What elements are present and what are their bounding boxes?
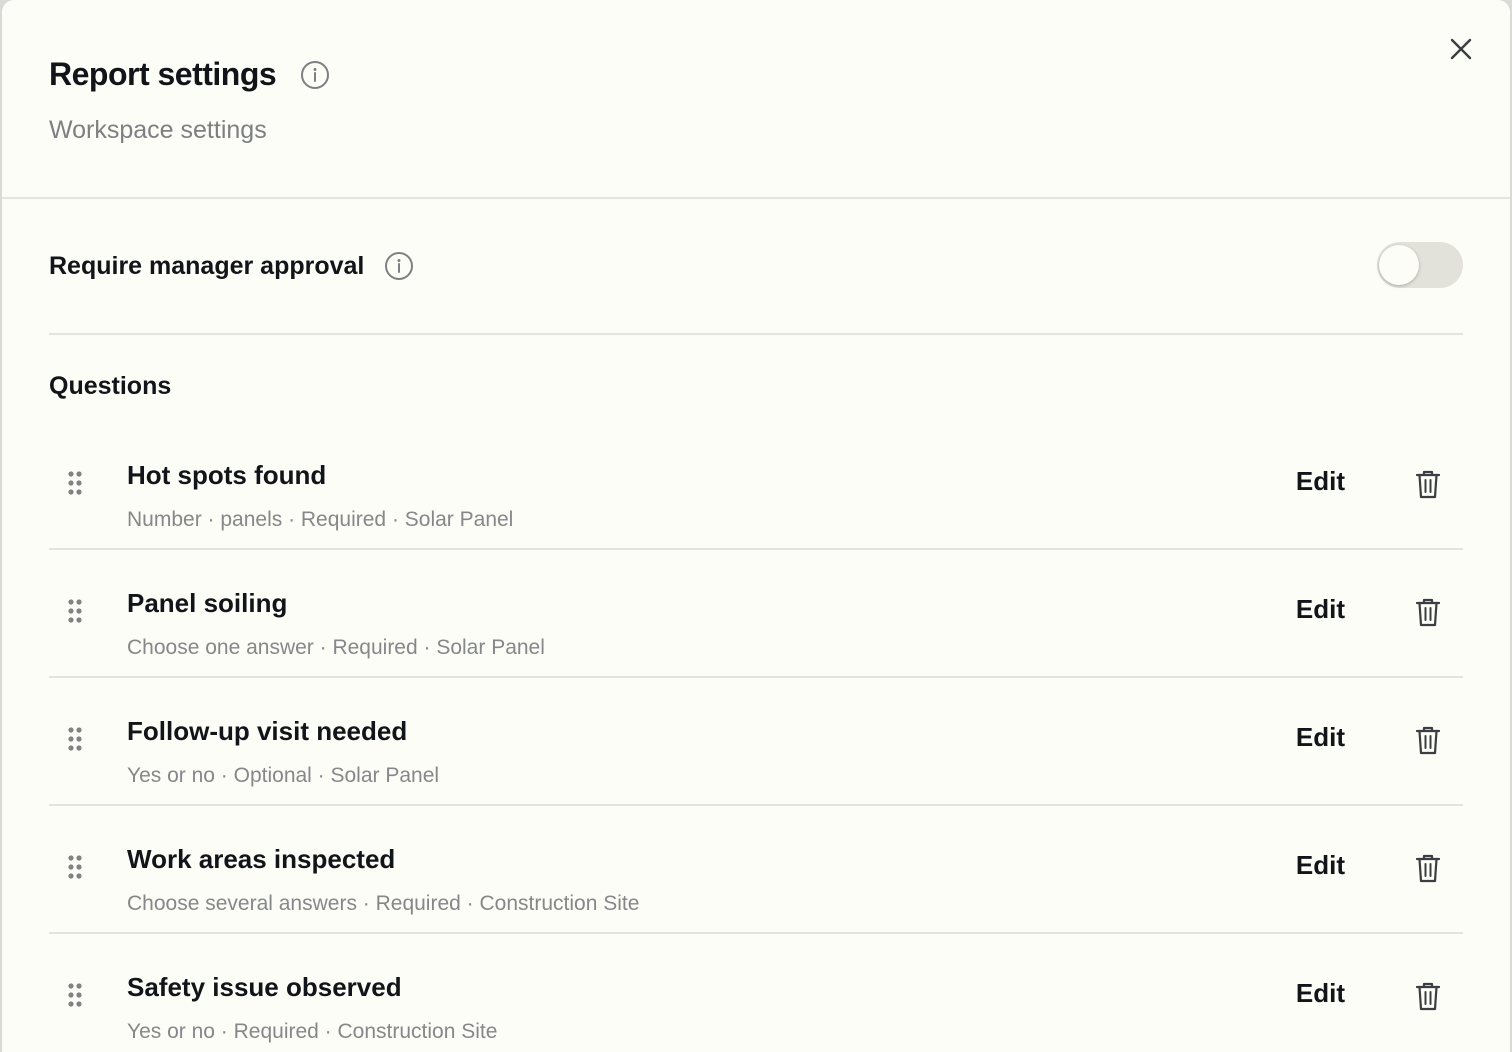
trash-icon: [1415, 598, 1441, 627]
manager-approval-toggle[interactable]: [1377, 242, 1463, 288]
close-button[interactable]: [1446, 34, 1476, 64]
question-meta: Choose several answers · Required · Cons…: [127, 892, 640, 915]
drag-handle-icon[interactable]: [67, 726, 83, 752]
questions-heading: Questions: [49, 372, 172, 400]
question-meta: Yes or no · Required · Construction Site: [127, 1020, 498, 1043]
toggle-knob: [1379, 245, 1419, 285]
question-meta: Yes or no · Optional · Solar Panel: [127, 764, 440, 787]
drag-handle-icon[interactable]: [67, 982, 83, 1008]
approval-label-group: Require manager approval: [49, 251, 414, 281]
dialog-subtitle: Workspace settings: [49, 116, 267, 144]
questions-list: Hot spots found Number · panels · Requir…: [49, 402, 1463, 1052]
question-meta: Choose one answer · Required · Solar Pan…: [127, 636, 545, 659]
info-icon[interactable]: [300, 60, 330, 90]
dialog-content: Require manager approval Questions Hot s…: [49, 199, 1463, 1052]
question-title: Follow-up visit needed: [127, 716, 408, 746]
drag-handle-icon[interactable]: [67, 854, 83, 880]
delete-question-button[interactable]: [1413, 596, 1443, 628]
delete-question-button[interactable]: [1413, 724, 1443, 756]
trash-icon: [1415, 470, 1441, 499]
question-title: Work areas inspected: [127, 844, 396, 874]
edit-question-button[interactable]: Edit: [1296, 722, 1345, 753]
question-row: Panel soiling Choose one answer · Requir…: [49, 550, 1463, 678]
question-title: Safety issue observed: [127, 972, 402, 1002]
question-row: Safety issue observed Yes or no · Requir…: [49, 934, 1463, 1052]
edit-question-button[interactable]: Edit: [1296, 594, 1345, 625]
close-icon: [1450, 38, 1472, 60]
delete-question-button[interactable]: [1413, 468, 1443, 500]
question-row: Hot spots found Number · panels · Requir…: [49, 402, 1463, 550]
dialog-title: Report settings: [49, 56, 277, 92]
trash-icon: [1415, 982, 1441, 1011]
dialog-header: Report settings Workspace settings: [2, 0, 1510, 199]
drag-handle-icon[interactable]: [67, 470, 83, 496]
edit-question-button[interactable]: Edit: [1296, 850, 1345, 881]
edit-question-button[interactable]: Edit: [1296, 466, 1345, 497]
edit-question-button[interactable]: Edit: [1296, 978, 1345, 1009]
report-settings-dialog: Report settings Workspace settings Requi…: [2, 0, 1510, 1052]
question-title: Panel soiling: [127, 588, 288, 618]
delete-question-button[interactable]: [1413, 980, 1443, 1012]
trash-icon: [1415, 726, 1441, 755]
approval-label: Require manager approval: [49, 251, 365, 280]
delete-question-button[interactable]: [1413, 852, 1443, 884]
drag-handle-icon[interactable]: [67, 598, 83, 624]
question-row: Work areas inspected Choose several answ…: [49, 806, 1463, 934]
manager-approval-row: Require manager approval: [49, 199, 1463, 335]
question-row: Follow-up visit needed Yes or no · Optio…: [49, 678, 1463, 806]
info-icon[interactable]: [384, 251, 414, 281]
trash-icon: [1415, 854, 1441, 883]
title-row: Report settings: [49, 56, 330, 93]
question-meta: Number · panels · Required · Solar Panel: [127, 508, 514, 531]
question-title: Hot spots found: [127, 460, 327, 490]
